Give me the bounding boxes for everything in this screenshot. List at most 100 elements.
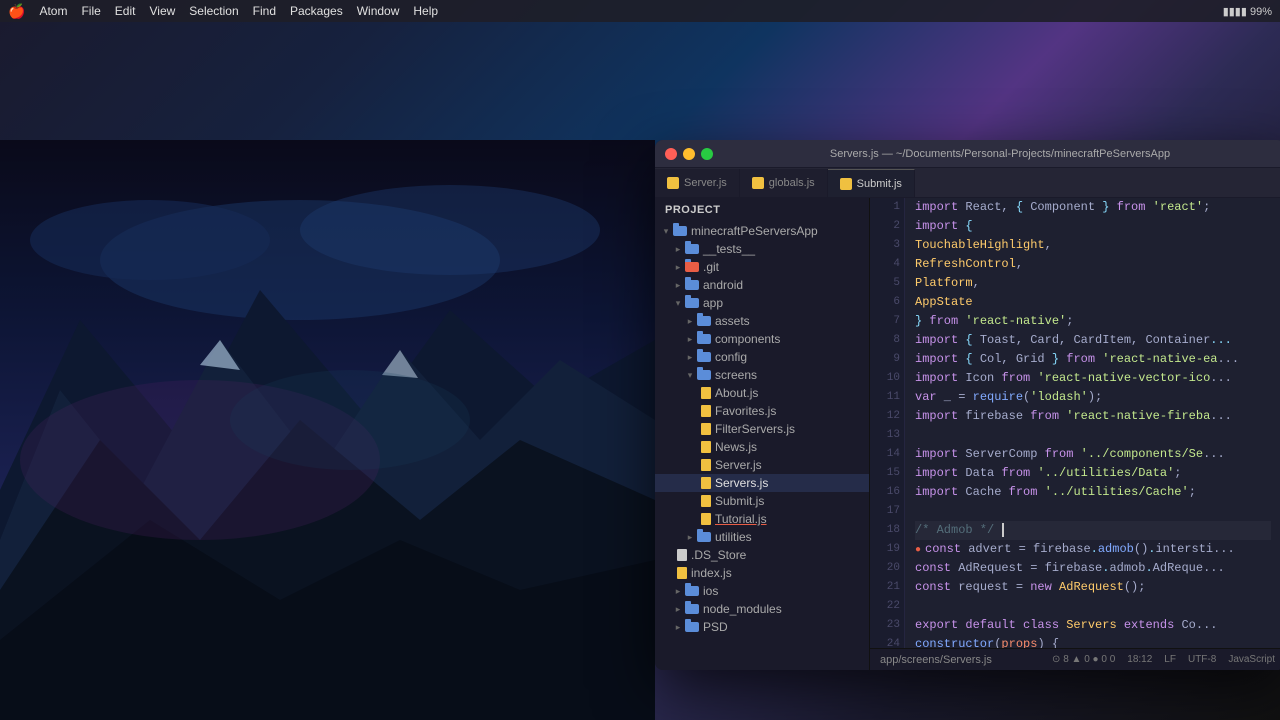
traffic-lights xyxy=(665,148,713,160)
code-line-2: import { xyxy=(915,217,1271,236)
file-icon xyxy=(752,177,764,189)
tree-item-ios[interactable]: ▸ ios xyxy=(655,582,869,600)
tree-item-utilities[interactable]: ▸ utilities xyxy=(655,528,869,546)
status-lang: JavaScript xyxy=(1228,654,1275,665)
code-line-12: import firebase from 'react-native-fireb… xyxy=(915,407,1271,426)
tree-item-screens[interactable]: ▾ screens xyxy=(655,366,869,384)
battery-icon: ▮▮▮▮ 99% xyxy=(1223,5,1272,18)
menu-window[interactable]: Window xyxy=(357,4,400,18)
tree-item-psd[interactable]: ▸ PSD xyxy=(655,618,869,636)
code-line-3: TouchableHighlight, xyxy=(915,236,1271,255)
tree-label: app xyxy=(703,296,723,310)
status-bar: app/screens/Servers.js ⊙ 8 ▲ 0 ● 0 0 18:… xyxy=(870,648,1280,670)
code-editor[interactable]: 12345 678910 1112131415 1617181920 21222… xyxy=(870,198,1280,670)
tree-item-submit[interactable]: Submit.js xyxy=(655,492,869,510)
tree-label: ios xyxy=(703,584,718,598)
tree-label: screens xyxy=(715,368,757,382)
menu-edit[interactable]: Edit xyxy=(115,4,136,18)
tree-item-server[interactable]: Server.js xyxy=(655,456,869,474)
tree-item-node-modules[interactable]: ▸ node_modules xyxy=(655,600,869,618)
code-line-10: import Icon from 'react-native-vector-ic… xyxy=(915,369,1271,388)
code-line-5: Platform, xyxy=(915,274,1271,293)
tab-globals-js[interactable]: globals.js xyxy=(740,169,828,197)
tree-item-index[interactable]: index.js xyxy=(655,564,869,582)
code-line-9: import { Col, Grid } from 'react-native-… xyxy=(915,350,1271,369)
tree-label: android xyxy=(703,278,743,292)
tree-label: index.js xyxy=(691,566,732,580)
tab-label: Submit.js xyxy=(857,178,902,190)
tab-submit-js[interactable]: Submit.js xyxy=(828,169,915,197)
status-position: 18:12 xyxy=(1127,654,1152,665)
code-line-16: import Cache from '../utilities/Cache'; xyxy=(915,483,1271,502)
menu-packages[interactable]: Packages xyxy=(290,4,343,18)
tree-label: About.js xyxy=(715,386,758,400)
code-line-7: } from 'react-native'; xyxy=(915,312,1271,331)
menu-file[interactable]: File xyxy=(81,4,100,18)
window-title-bar: Servers.js — ~/Documents/Personal-Projec… xyxy=(655,140,1280,168)
window-title: Servers.js — ~/Documents/Personal-Projec… xyxy=(725,148,1275,160)
tree-label: node_modules xyxy=(703,602,782,616)
tree-label: assets xyxy=(715,314,750,328)
tree-item-filterservers[interactable]: FilterServers.js xyxy=(655,420,869,438)
tree-item-android[interactable]: ▸ android xyxy=(655,276,869,294)
code-line-22 xyxy=(915,597,1271,616)
project-header: Project xyxy=(655,198,869,222)
tree-item-servers[interactable]: Servers.js xyxy=(655,474,869,492)
tree-label: Servers.js xyxy=(715,476,768,490)
tree-label: PSD xyxy=(703,620,728,634)
tree-label: Submit.js xyxy=(715,494,764,508)
tree-label: Favorites.js xyxy=(715,404,776,418)
editor-area: Project ▾ minecraftPeServersApp ▸ __test… xyxy=(655,198,1280,670)
tree-label: minecraftPeServersApp xyxy=(691,224,818,238)
menu-atom[interactable]: Atom xyxy=(39,4,67,18)
tree-item-news[interactable]: News.js xyxy=(655,438,869,456)
maximize-button[interactable] xyxy=(701,148,713,160)
minimize-button[interactable] xyxy=(683,148,695,160)
tree-item-components[interactable]: ▸ components xyxy=(655,330,869,348)
code-line-17 xyxy=(915,502,1271,521)
tree-item-assets[interactable]: ▸ assets xyxy=(655,312,869,330)
code-line-20: const AdRequest = firebase.admob.AdReque… xyxy=(915,559,1271,578)
tree-label: FilterServers.js xyxy=(715,422,795,436)
tree-label: config xyxy=(715,350,747,364)
code-line-6: AppState xyxy=(915,293,1271,312)
tab-label: globals.js xyxy=(769,177,815,189)
code-line-15: import Data from '../utilities/Data'; xyxy=(915,464,1271,483)
background-photo xyxy=(0,0,655,720)
tree-item-app[interactable]: ▾ app xyxy=(655,294,869,312)
code-line-13 xyxy=(915,426,1271,445)
tree-item-favorites[interactable]: Favorites.js xyxy=(655,402,869,420)
file-tree: Project ▾ minecraftPeServersApp ▸ __test… xyxy=(655,198,870,670)
tree-item-root[interactable]: ▾ minecraftPeServersApp xyxy=(655,222,869,240)
tree-label: .git xyxy=(703,260,719,274)
tree-item-tests[interactable]: ▸ __tests__ xyxy=(655,240,869,258)
apple-menu[interactable]: 🍎 xyxy=(8,3,25,20)
tree-item-dsstore[interactable]: .DS_Store xyxy=(655,546,869,564)
status-eol: LF xyxy=(1164,654,1176,665)
tree-item-about[interactable]: About.js xyxy=(655,384,869,402)
tree-label: utilities xyxy=(715,530,752,544)
menu-help[interactable]: Help xyxy=(413,4,438,18)
tab-server-js[interactable]: Server.js xyxy=(655,169,740,197)
code-line-19: ●const advert = firebase.admob().interst… xyxy=(915,540,1271,559)
code-line-14: import ServerComp from '../components/Se… xyxy=(915,445,1271,464)
menu-bar: 🍎 Atom File Edit View Selection Find Pac… xyxy=(0,0,1280,22)
status-encoding: UTF-8 xyxy=(1188,654,1216,665)
file-icon xyxy=(840,178,852,190)
menu-view[interactable]: View xyxy=(149,4,175,18)
tree-item-git[interactable]: ▸ .git xyxy=(655,258,869,276)
tree-label: .DS_Store xyxy=(691,548,746,562)
close-button[interactable] xyxy=(665,148,677,160)
tree-label: __tests__ xyxy=(703,242,755,256)
code-line-8: import { Toast, Card, CardItem, Containe… xyxy=(915,331,1271,350)
code-line-1: import React, { Component } from 'react'… xyxy=(915,198,1271,217)
menu-find[interactable]: Find xyxy=(253,4,276,18)
menu-selection[interactable]: Selection xyxy=(189,4,238,18)
tree-item-tutorial[interactable]: Tutorial.js xyxy=(655,510,869,528)
code-line-23: export default class Servers extends Co.… xyxy=(915,616,1271,635)
line-numbers: 12345 678910 1112131415 1617181920 21222… xyxy=(870,198,905,648)
code-line-21: const request = new AdRequest(); xyxy=(915,578,1271,597)
code-content: 12345 678910 1112131415 1617181920 21222… xyxy=(870,198,1280,648)
tree-item-config[interactable]: ▸ config xyxy=(655,348,869,366)
tab-bar: Server.js globals.js Submit.js xyxy=(655,168,1280,198)
